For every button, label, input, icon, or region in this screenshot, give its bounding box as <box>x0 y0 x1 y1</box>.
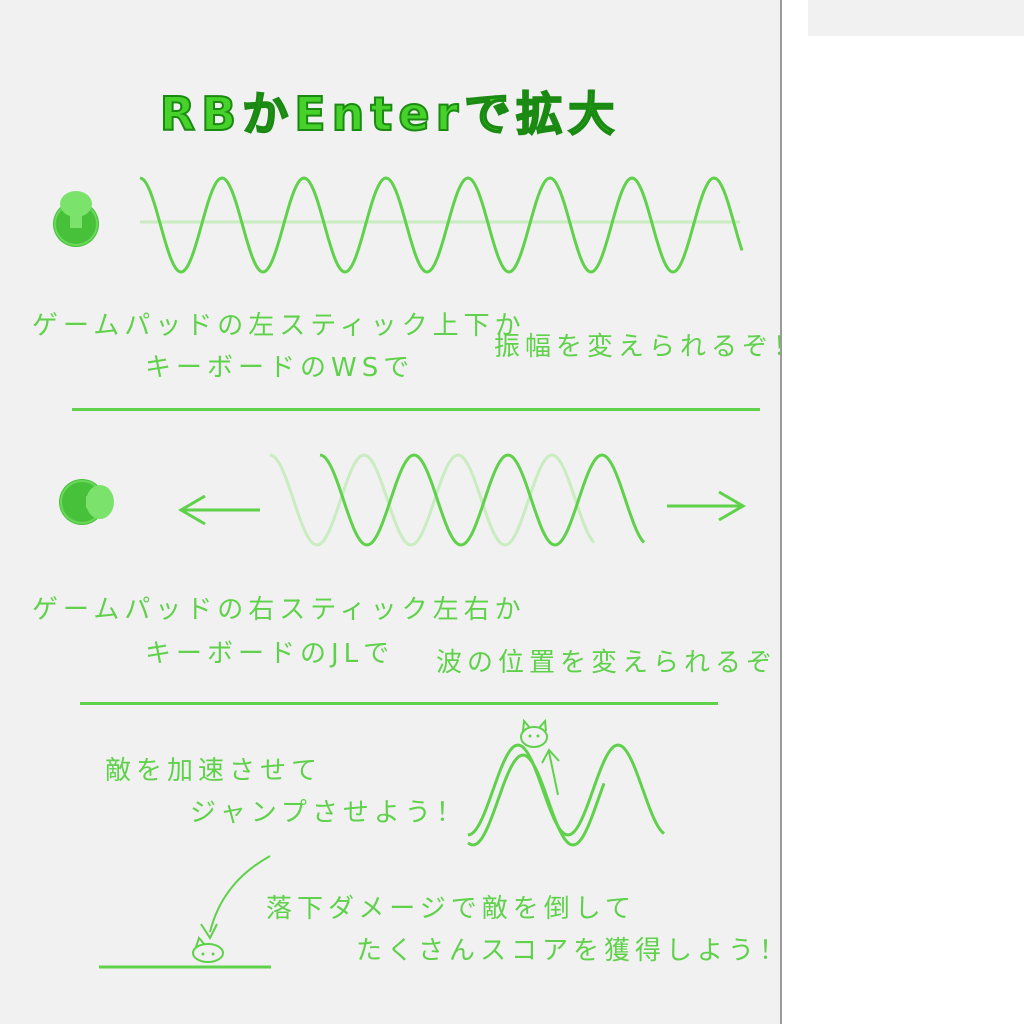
section2-instruction-line1: ゲームパッドの右スティック左右か <box>32 595 526 625</box>
right-arrow-icon <box>667 490 746 522</box>
instructions-panel: RBかEnterで拡大 ゲームパッドの左スティック上下か キーボードのWSで 振… <box>0 0 803 1024</box>
section3-line4: たくさんスコアを獲得しよう！ <box>356 936 791 966</box>
section3-line1: 敵を加速させて <box>105 756 323 786</box>
left-arrow-icon <box>178 494 260 526</box>
divider-2 <box>80 702 718 705</box>
amplitude-wave <box>139 176 744 274</box>
side-panel <box>780 36 1024 1024</box>
section3-line3: 落下ダメージで敵を倒して <box>266 894 636 924</box>
section2-result: 波の位置を変えられるぞ！ <box>436 648 809 678</box>
enemy-fall-illustration <box>99 855 271 969</box>
enemy-icon <box>520 718 548 748</box>
right-stick-icon <box>59 479 114 525</box>
section1-instruction-line1: ゲームパッドの左スティック上下か <box>32 311 526 341</box>
fallen-enemy-icon <box>192 936 224 963</box>
section1-instruction-line2: キーボードのWSで <box>145 353 415 383</box>
enemy-jump-illustration <box>467 718 666 847</box>
section3-line2: ジャンプさせよう！ <box>190 798 467 828</box>
left-stick-icon <box>53 191 99 247</box>
divider-1 <box>72 408 760 411</box>
section1-result: 振幅を変えられるぞ！ <box>494 332 805 362</box>
section2-instruction-line2: キーボードのJLで <box>145 639 395 669</box>
position-wave <box>269 453 646 547</box>
page-title: RBかEnterで拡大 <box>159 86 621 142</box>
